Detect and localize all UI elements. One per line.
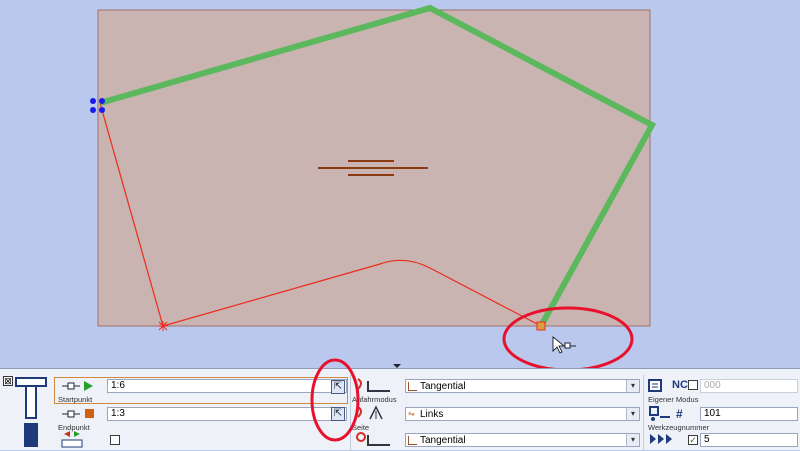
approach-mode-select[interactable]: Tangential ▾: [405, 379, 640, 393]
endpoint-pick-button[interactable]: ⇱: [331, 407, 345, 421]
tool-number-label: Werkzeugnummer: [648, 423, 710, 432]
corner-star-marker: [158, 321, 168, 331]
own-mode-icon: [648, 379, 662, 392]
tool-t-icon: [15, 377, 47, 447]
feed-arrows-icon: [650, 434, 672, 444]
startpoint-field[interactable]: 1:6: [107, 379, 347, 393]
end-point-stop-icon: [62, 409, 94, 418]
drawing-canvas[interactable]: [0, 0, 800, 368]
tool-number-field[interactable]: 101: [700, 407, 798, 421]
endpoint-field[interactable]: 1:3: [107, 407, 347, 421]
count-checkbox[interactable]: ✓: [688, 435, 698, 445]
close-panel-button[interactable]: ⊠: [3, 376, 13, 386]
own-mode-label: Eigener Modus: [648, 395, 699, 404]
chevron-down-icon[interactable]: ▾: [626, 408, 639, 420]
startpoint-pick-button[interactable]: ⇱: [331, 380, 345, 394]
start-point-play-icon: [62, 381, 93, 391]
chevron-down-icon[interactable]: ▾: [626, 434, 639, 446]
separator-1: [350, 375, 351, 451]
side-select[interactable]: ⇋ Links ▾: [405, 407, 640, 421]
count-field[interactable]: 5: [700, 433, 798, 447]
nc-title: NC: [672, 379, 688, 391]
own-mode-field[interactable]: 000: [700, 379, 798, 393]
direction-arrows-icon: [61, 431, 83, 448]
side-icon: [357, 405, 383, 420]
startpoint-label: Startpunkt: [58, 395, 93, 404]
mouse-cursor-icon: [552, 336, 576, 354]
tool-number-icon: [649, 406, 670, 421]
approach-mode-icon: [357, 378, 390, 392]
exit-mode-icon: [356, 432, 390, 446]
row3-checkbox[interactable]: [110, 435, 120, 445]
end-point-marker[interactable]: [536, 321, 546, 331]
approach-mode-label: Anfahrmodus: [352, 395, 397, 404]
exit-mode-select[interactable]: Tangential ▾: [405, 433, 640, 447]
property-panel: ⊠ 1:6 Startpunkt 1:3 Endpunkt ⇱ ⇱ Tangen…: [0, 368, 800, 451]
exit-line-icon: [408, 436, 417, 445]
chevron-down-icon[interactable]: ▾: [626, 380, 639, 392]
approach-line-icon: [408, 382, 417, 391]
separator-2: [643, 375, 644, 451]
own-mode-checkbox[interactable]: [688, 380, 698, 390]
side-arrow-icon: ⇋: [408, 409, 415, 418]
hash-icon: #: [676, 407, 683, 421]
